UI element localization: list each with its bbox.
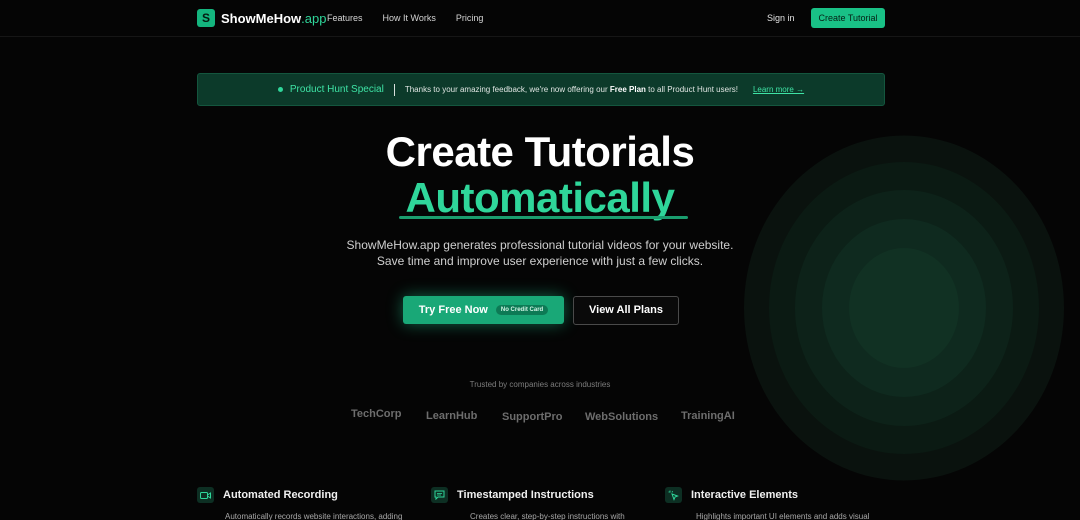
company-logo-learnhub: LearnHub <box>426 410 478 422</box>
hero-accent-title: Automatically <box>405 174 675 221</box>
learn-more-link[interactable]: Learn more → <box>753 85 804 94</box>
no-credit-card-badge: No Credit Card <box>495 305 549 315</box>
company-logo-websolutions: WebSolutions <box>585 411 659 423</box>
banner-message-start: Thanks to your amazing feedback, we're n… <box>404 85 610 94</box>
feature-description: Automatically records website interactio… <box>225 512 403 520</box>
company-logo-trainingai: TrainingAI <box>681 410 735 422</box>
feature-description: Highlights important UI elements and add… <box>696 512 870 520</box>
banner-divider <box>393 83 395 96</box>
nav-links: Features How It Works Pricing <box>327 13 483 23</box>
page: S ShowMeHow.app Features How It Works Pr… <box>0 0 1080 520</box>
top-navbar: S ShowMeHow.app Features How It Works Pr… <box>0 0 1080 37</box>
try-free-now-label: Try Free Now <box>418 304 488 316</box>
trusted-by-label: Trusted by companies across industries <box>469 380 611 389</box>
feature-automated-recording: Automated Recording <box>197 487 338 503</box>
hero-title: Create Tutorials <box>385 128 695 175</box>
view-all-plans-button[interactable]: View All Plans <box>573 296 679 325</box>
sign-in-link[interactable]: Sign in <box>767 13 795 23</box>
nav-link-how-it-works[interactable]: How It Works <box>383 13 436 23</box>
feature-description: Creates clear, step-by-step instructions… <box>470 512 625 520</box>
logo-domain: .app <box>301 10 327 26</box>
logo-text: ShowMeHow.app <box>221 11 326 26</box>
hero-subtitle-line-2: Save time and improve user experience wi… <box>376 254 704 268</box>
logo-name: ShowMeHow <box>221 10 302 26</box>
company-logo-techcorp: TechCorp <box>351 408 402 420</box>
feature-interactive-elements: Interactive Elements <box>665 487 798 503</box>
banner-message: Thanks to your amazing feedback, we're n… <box>405 85 738 94</box>
create-tutorial-button[interactable]: Create Tutorial <box>811 8 885 28</box>
logo[interactable]: S ShowMeHow.app <box>197 9 326 27</box>
banner-tag: Product Hunt Special <box>289 84 384 95</box>
message-square-icon <box>431 487 448 503</box>
hero-underline <box>399 216 688 219</box>
feature-title: Interactive Elements <box>691 489 798 501</box>
logo-mark-icon: S <box>197 9 215 27</box>
hero-subtitle-line-1: ShowMeHow.app generates professional tut… <box>346 238 734 252</box>
company-logo-supportpro: SupportPro <box>502 411 563 423</box>
pointer-click-icon <box>665 487 682 503</box>
nav-link-pricing[interactable]: Pricing <box>456 13 484 23</box>
banner-message-end: to all Product Hunt users! <box>645 85 738 94</box>
feature-title: Timestamped Instructions <box>457 489 594 501</box>
feature-timestamped-instructions: Timestamped Instructions <box>431 487 594 503</box>
promo-banner: Product Hunt Special Thanks to your amaz… <box>197 73 885 106</box>
feature-title: Automated Recording <box>223 489 338 501</box>
status-dot-icon <box>277 87 283 92</box>
try-free-now-button[interactable]: Try Free Now No Credit Card <box>403 296 564 324</box>
banner-message-highlight: Free Plan <box>609 85 646 94</box>
video-camera-icon <box>197 487 214 503</box>
nav-link-features[interactable]: Features <box>327 13 363 23</box>
